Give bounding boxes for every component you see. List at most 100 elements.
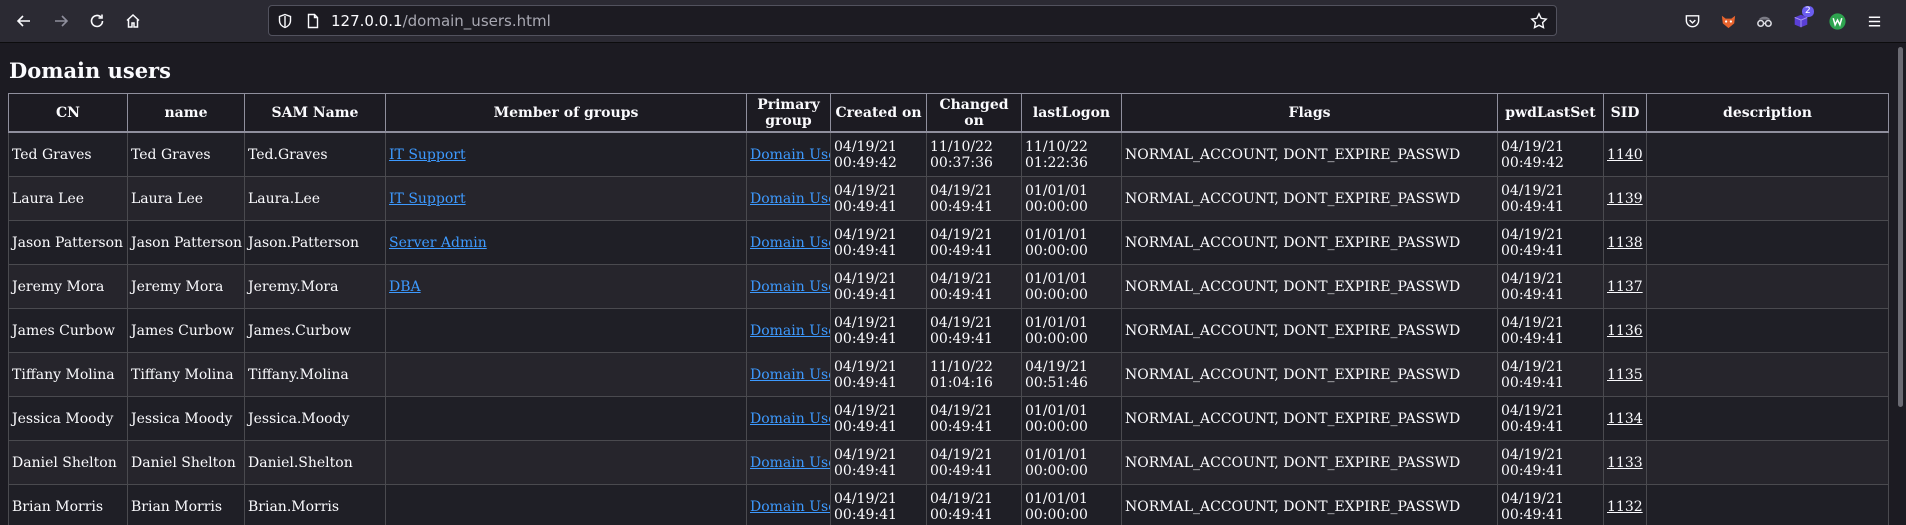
cell-groups: IT Support (385, 131, 747, 177)
group-link[interactable]: Server Admin (389, 235, 487, 251)
primary-group-link[interactable]: Domain Users (750, 367, 830, 383)
table-row: Ted Graves Ted Graves Ted.Graves IT Supp… (8, 131, 1889, 177)
cell-changed-on: 04/19/21 00:49:41 (926, 264, 1022, 309)
cell-name: Jason Patterson (127, 220, 245, 265)
sid-link[interactable]: 1136 (1607, 323, 1643, 339)
lastlogon-time: 00:00:00 (1025, 330, 1088, 347)
bookmark-star-icon[interactable] (1530, 12, 1548, 30)
cell-created-on: 04/19/21 00:49:41 (830, 440, 927, 485)
cell-flags: NORMAL_ACCOUNT, DONT_EXPIRE_PASSWD (1121, 308, 1498, 353)
cell-groups (385, 352, 747, 397)
sid-link[interactable]: 1140 (1607, 147, 1643, 163)
cell-cn: James Curbow (8, 308, 128, 353)
cell-changed-on: 11/10/22 00:37:36 (926, 131, 1022, 177)
shield-icon[interactable] (277, 13, 293, 29)
cell-cn: Laura Lee (8, 176, 128, 221)
foxyproxy-icon[interactable] (1718, 11, 1738, 31)
primary-group-link[interactable]: Domain Users (750, 235, 830, 251)
primary-group-link[interactable]: Domain Users (750, 455, 830, 471)
cell-sid: 1138 (1603, 220, 1647, 265)
sid-link[interactable]: 1138 (1607, 235, 1643, 251)
table-row: Brian Morris Brian Morris Brian.Morris D… (8, 484, 1889, 525)
address-bar[interactable]: 127.0.0.1/domain_users.html (268, 5, 1557, 36)
cell-primary-group: Domain Users (746, 264, 831, 309)
created-date: 04/19/21 (834, 138, 897, 155)
lastlogon-date: 01/01/01 (1025, 182, 1088, 199)
cell-name: Jessica Moody (127, 396, 245, 441)
cell-flags: NORMAL_ACCOUNT, DONT_EXPIRE_PASSWD (1121, 396, 1498, 441)
pwd-time: 00:49:41 (1501, 198, 1564, 215)
cell-created-on: 04/19/21 00:49:41 (830, 220, 927, 265)
lastlogon-date: 01/01/01 (1025, 226, 1088, 243)
cell-changed-on: 04/19/21 00:49:41 (926, 484, 1022, 525)
table-row: Jason Patterson Jason Patterson Jason.Pa… (8, 220, 1889, 265)
cell-created-on: 04/19/21 00:49:41 (830, 308, 927, 353)
reload-button[interactable] (85, 9, 109, 33)
extension-badge-icon[interactable]: 2 (1791, 6, 1814, 31)
cell-sam-name: Jessica.Moody (244, 396, 386, 441)
primary-group-link[interactable]: Domain Users (750, 499, 830, 515)
primary-group-link[interactable]: Domain Users (750, 147, 830, 163)
cell-description (1646, 396, 1889, 441)
changed-date: 04/19/21 (930, 402, 993, 419)
pwd-time: 00:49:41 (1501, 374, 1564, 391)
cell-changed-on: 04/19/21 00:49:41 (926, 440, 1022, 485)
table-row: James Curbow James Curbow James.Curbow D… (8, 308, 1889, 353)
reload-icon (90, 14, 104, 28)
sid-link[interactable]: 1132 (1607, 499, 1643, 515)
created-time: 00:49:41 (834, 286, 897, 303)
cell-flags: NORMAL_ACCOUNT, DONT_EXPIRE_PASSWD (1121, 440, 1498, 485)
lastlogon-date: 01/01/01 (1025, 490, 1088, 507)
header-description: description (1646, 93, 1889, 133)
sid-link[interactable]: 1135 (1607, 367, 1643, 383)
cell-cn: Daniel Shelton (8, 440, 128, 485)
cell-flags: NORMAL_ACCOUNT, DONT_EXPIRE_PASSWD (1121, 176, 1498, 221)
wappalyzer-icon[interactable] (1827, 11, 1847, 31)
scrollbar-thumb[interactable] (1898, 47, 1903, 407)
cell-flags: NORMAL_ACCOUNT, DONT_EXPIRE_PASSWD (1121, 352, 1498, 397)
cell-groups (385, 396, 747, 441)
forward-button[interactable] (49, 9, 73, 33)
sid-link[interactable]: 1134 (1607, 411, 1643, 427)
cell-sid: 1134 (1603, 396, 1647, 441)
group-link[interactable]: IT Support (389, 191, 466, 207)
cell-primary-group: Domain Users (746, 131, 831, 177)
changed-time: 00:49:41 (930, 418, 993, 435)
pocket-icon[interactable] (1682, 11, 1702, 31)
cell-name: Daniel Shelton (127, 440, 245, 485)
cell-sid: 1132 (1603, 484, 1647, 525)
home-button[interactable] (121, 9, 145, 33)
header-sam-name: SAM Name (244, 93, 386, 133)
header-flags: Flags (1121, 93, 1498, 133)
browser-toolbar: 127.0.0.1/domain_users.html 2 (0, 0, 1906, 43)
page-icon[interactable] (305, 13, 321, 29)
table-header-row: CN name SAM Name Member of groups Primar… (8, 93, 1889, 133)
changed-date: 04/19/21 (930, 182, 993, 199)
url-text[interactable]: 127.0.0.1/domain_users.html (331, 12, 551, 30)
cell-cn: Jeremy Mora (8, 264, 128, 309)
primary-group-link[interactable]: Domain Users (750, 323, 830, 339)
lastlogon-date: 01/01/01 (1025, 446, 1088, 463)
primary-group-link[interactable]: Domain Users (750, 279, 830, 295)
primary-group-link[interactable]: Domain Users (750, 411, 830, 427)
sid-link[interactable]: 1137 (1607, 279, 1643, 295)
cell-primary-group: Domain Users (746, 396, 831, 441)
sid-link[interactable]: 1133 (1607, 455, 1643, 471)
cell-description (1646, 308, 1889, 353)
primary-group-link[interactable]: Domain Users (750, 191, 830, 207)
spy-glasses-icon[interactable] (1754, 11, 1774, 31)
table-row: Daniel Shelton Daniel Shelton Daniel.She… (8, 440, 1889, 485)
vertical-scrollbar[interactable] (1895, 43, 1906, 525)
back-button[interactable] (12, 9, 36, 33)
sid-link[interactable]: 1139 (1607, 191, 1643, 207)
cell-groups: DBA (385, 264, 747, 309)
lastlogon-date: 11/10/22 (1025, 138, 1088, 155)
group-link[interactable]: IT Support (389, 147, 466, 163)
pwd-time: 00:49:41 (1501, 418, 1564, 435)
menu-icon[interactable] (1864, 11, 1884, 31)
cell-lastlogon: 01/01/01 00:00:00 (1021, 484, 1122, 525)
lastlogon-date: 01/01/01 (1025, 402, 1088, 419)
cell-sid: 1135 (1603, 352, 1647, 397)
group-link[interactable]: DBA (389, 279, 421, 295)
cell-cn: Tiffany Molina (8, 352, 128, 397)
